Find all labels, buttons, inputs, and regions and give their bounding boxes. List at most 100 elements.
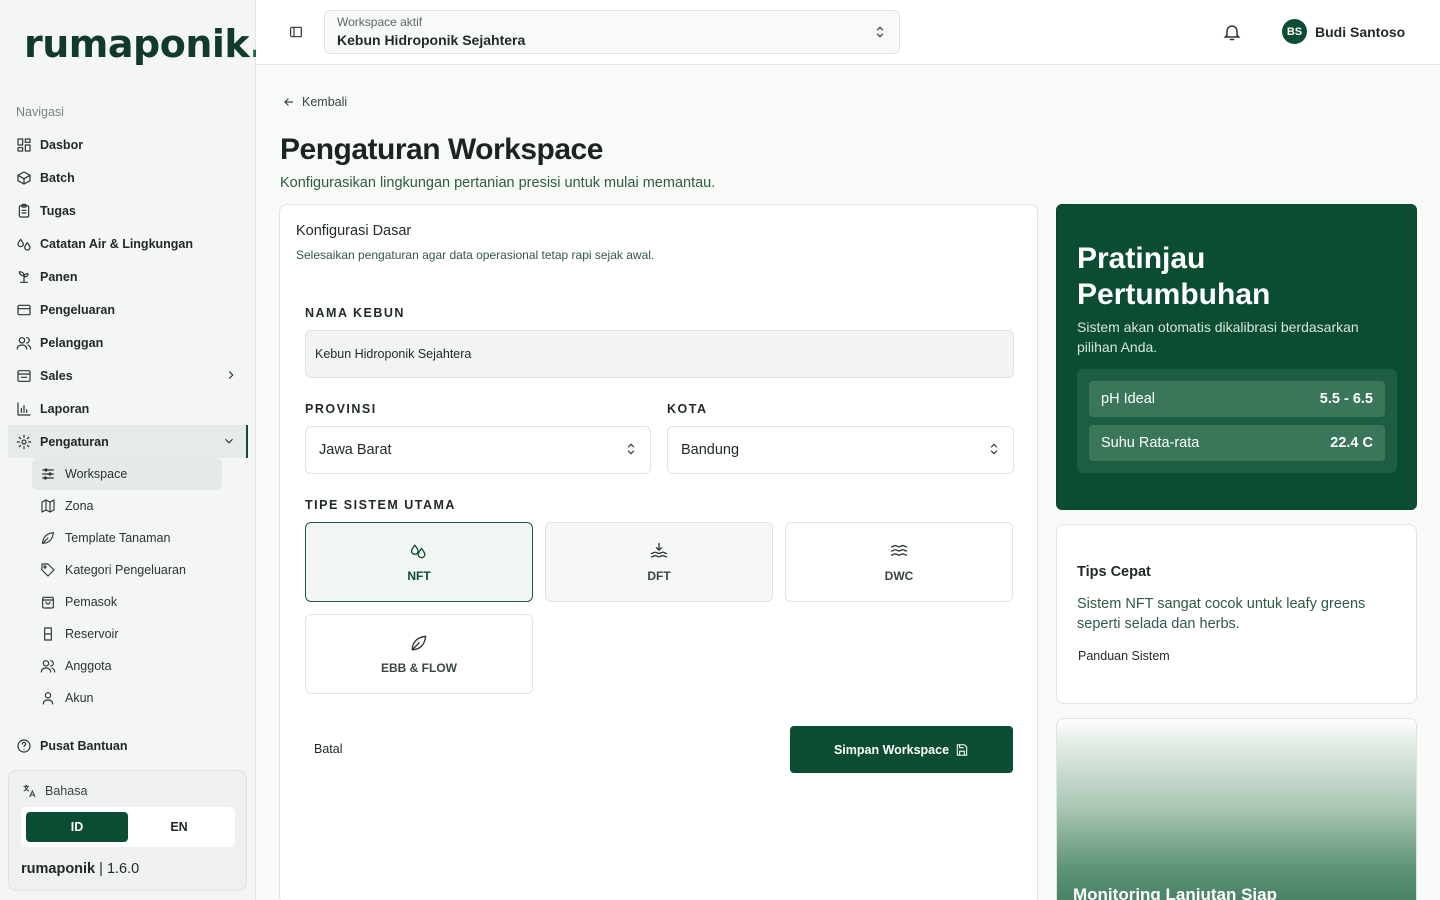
sidebar-item-label: Anggota: [65, 659, 112, 673]
quick-tips-title: Tips Cepat: [1077, 564, 1151, 580]
sidebar-item-label: Pengeluaran: [40, 302, 116, 317]
sidebar-item-pemasok[interactable]: Pemasok: [32, 586, 222, 618]
sidebar: rumaponik. Navigasi Dasbor Batch Tugas C…: [0, 0, 264, 900]
metric-label: Suhu Rata-rata: [1101, 435, 1200, 451]
sidebar-item-sales[interactable]: Sales: [8, 359, 248, 392]
back-link[interactable]: Kembali: [282, 95, 347, 109]
sidebar-item-label: Pengaturan: [40, 434, 109, 449]
top-bar: Workspace aktif Kebun Hidroponik Sejahte…: [256, 0, 1440, 65]
system-option-label: DWC: [884, 569, 914, 583]
sidebar-item-akun[interactable]: Akun: [32, 682, 222, 714]
system-option-nft[interactable]: NFT: [305, 522, 533, 602]
system-option-dwc[interactable]: DWC: [785, 522, 1013, 602]
sidebar-item-laporan[interactable]: Laporan: [8, 392, 248, 425]
wallet-icon: [16, 302, 32, 318]
system-type-label: TIPE SISTEM UTAMA: [305, 498, 456, 512]
package-icon: [16, 170, 32, 186]
city-value: Bandung: [681, 442, 740, 458]
province-select[interactable]: Jawa Barat: [305, 426, 651, 474]
city-select[interactable]: Bandung: [667, 426, 1014, 474]
workspace-selector-value: Kebun Hidroponik Sejahtera: [337, 32, 526, 48]
sidebar-item-kategori-pengeluaran[interactable]: Kategori Pengeluaran: [32, 554, 222, 586]
sidebar-item-dasbor[interactable]: Dasbor: [8, 128, 248, 161]
garden-name-input[interactable]: Kebun Hidroponik Sejahtera: [305, 330, 1014, 378]
cancel-button[interactable]: Batal: [314, 742, 343, 756]
growth-preview-description: Sistem akan otomatis dikalibrasi berdasa…: [1077, 319, 1359, 355]
city-label: KOTA: [667, 402, 708, 416]
language-id-button[interactable]: ID: [26, 812, 128, 842]
sidebar-item-label: Akun: [65, 691, 94, 705]
waves-arrow-down-icon: [649, 541, 669, 561]
sidebar-item-workspace[interactable]: Workspace: [32, 458, 222, 490]
metric-temperature: Suhu Rata-rata 22.4 C: [1089, 425, 1385, 461]
system-option-ebb-flow[interactable]: EBB & FLOW: [305, 614, 533, 694]
sidebar-item-label: Sales: [40, 368, 73, 383]
sidebar-item-label: Pelanggan: [40, 335, 104, 350]
sidebar-item-anggota[interactable]: Anggota: [32, 650, 222, 682]
bar-chart-icon: [16, 401, 32, 417]
sidebar-item-reservoir[interactable]: Reservoir: [32, 618, 222, 650]
growth-preview-title: Pratinjau Pertumbuhan: [1077, 242, 1271, 311]
sidebar-item-label: Tugas: [40, 203, 76, 218]
users-icon: [16, 335, 32, 351]
language-panel: Bahasa ID EN rumaponik | 1.6.0: [8, 770, 247, 891]
page-title: Pengaturan Workspace: [280, 133, 603, 166]
sidebar-item-label: Pemasok: [65, 595, 118, 609]
system-guide-link[interactable]: Panduan Sistem: [1078, 649, 1170, 663]
user-menu[interactable]: BS Budi Santoso: [1282, 19, 1405, 44]
growth-metrics: pH Ideal 5.5 - 6.5 Suhu Rata-rata 22.4 C: [1077, 369, 1397, 473]
sidebar-item-tugas[interactable]: Tugas: [8, 194, 248, 227]
sidebar-item-label: Zona: [65, 499, 94, 513]
sidebar-nav: Dasbor Batch Tugas Catatan Air & Lingkun…: [8, 128, 248, 714]
user-name: Budi Santoso: [1315, 23, 1406, 40]
sidebar-item-pengeluaran[interactable]: Pengeluaran: [8, 293, 248, 326]
version-app-name: rumaponik: [21, 861, 96, 877]
save-icon: [956, 743, 968, 756]
chevrons-up-down-icon: [873, 25, 887, 44]
sidebar-item-pengaturan[interactable]: Pengaturan: [8, 425, 248, 458]
sidebar-item-label: Panen: [40, 269, 78, 284]
sidebar-item-pelanggan[interactable]: Pelanggan: [8, 326, 248, 359]
basic-config-card: Konfigurasi Dasar Selesaikan pengaturan …: [279, 204, 1038, 900]
quick-tips-body: Sistem NFT sangat cocok untuk leafy gree…: [1077, 596, 1366, 632]
sidebar-item-label: Laporan: [40, 401, 90, 416]
sidebar-item-panen[interactable]: Panen: [8, 260, 248, 293]
advanced-monitoring-card: Monitoring Lanjutan Siap: [1056, 718, 1417, 900]
container-icon: [40, 626, 56, 642]
shopping-bag-icon: [40, 594, 56, 610]
sidebar-item-label: Batch: [40, 170, 75, 185]
sidebar-item-label: Dasbor: [40, 137, 84, 152]
language-title-text: Bahasa: [45, 784, 88, 798]
card-title: Konfigurasi Dasar: [296, 223, 412, 239]
sidebar-item-batch[interactable]: Batch: [8, 161, 248, 194]
clipboard-icon: [16, 203, 32, 219]
sidebar-item-label: Workspace: [65, 467, 128, 481]
province-label: PROVINSI: [305, 402, 377, 416]
sidebar-toggle-icon[interactable]: [288, 24, 304, 40]
language-title: Bahasa: [21, 783, 87, 799]
sidebar-item-help[interactable]: Pusat Bantuan: [8, 729, 248, 762]
chevrons-up-down-icon: [624, 442, 638, 460]
sidebar-item-template-tanaman[interactable]: Template Tanaman: [32, 522, 222, 554]
version-number: 1.6.0: [106, 861, 140, 877]
avatar: BS: [1282, 19, 1307, 44]
sidebar-item-label: Kategori Pengeluaran: [65, 563, 186, 577]
sidebar-item-catatan-air[interactable]: Catatan Air & Lingkungan: [8, 227, 248, 260]
sidebar-item-zona[interactable]: Zona: [32, 490, 222, 522]
workspace-selector[interactable]: Workspace aktif Kebun Hidroponik Sejahte…: [324, 10, 900, 54]
card-description: Selesaikan pengaturan agar data operasio…: [296, 248, 655, 262]
province-value: Jawa Barat: [319, 442, 392, 458]
app-logo[interactable]: rumaponik.: [24, 22, 264, 66]
save-workspace-button[interactable]: Simpan Workspace: [790, 726, 1013, 773]
translate-icon: [23, 785, 36, 798]
leaf-icon: [409, 633, 429, 653]
help-label: Pusat Bantuan: [40, 738, 128, 753]
metric-ph: pH Ideal 5.5 - 6.5: [1089, 381, 1385, 417]
arrow-left-icon: [284, 98, 294, 106]
notification-bell-icon[interactable]: [1222, 22, 1242, 47]
system-option-label: NFT: [407, 569, 431, 583]
language-en-button[interactable]: EN: [128, 812, 230, 842]
workspace-selector-label: Workspace aktif: [337, 15, 423, 29]
sidebar-item-label: Reservoir: [65, 627, 119, 641]
system-option-dft[interactable]: DFT: [545, 522, 773, 602]
